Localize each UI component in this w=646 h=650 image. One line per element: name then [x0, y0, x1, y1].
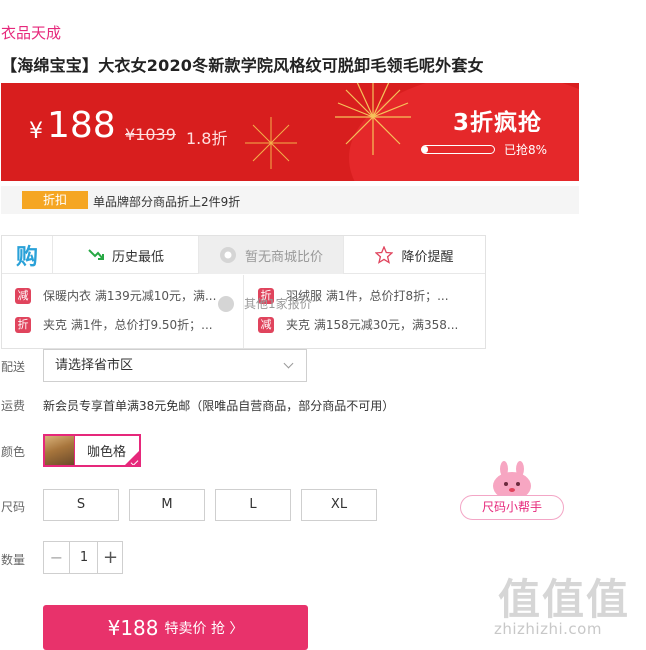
tab-compare[interactable]: 暂无商城比价	[199, 236, 343, 274]
promotion-text: 单品牌部分商品折上2件9折	[93, 195, 241, 209]
quantity-stepper: − 1 +	[43, 541, 123, 574]
quantity-value[interactable]: 1	[71, 542, 97, 573]
firework-decoration	[335, 83, 411, 155]
shipping-fee-text: 新会员专享首单满38元免邮（限唯品自营商品，部分商品不可用）	[43, 399, 395, 413]
original-price: ¥1039	[125, 125, 176, 144]
offer-badge: 减	[15, 287, 31, 304]
size-option-l[interactable]: L	[215, 489, 291, 521]
offer-badge: 折	[15, 316, 31, 333]
quantity-label: 数量	[1, 553, 26, 567]
offer-item[interactable]: 减 保暖内衣 满139元减10元，满...	[15, 287, 216, 304]
trend-down-icon	[88, 249, 104, 260]
sold-progress-bar	[421, 145, 495, 154]
offer-text: 夹克 满158元减30元，满358...	[286, 318, 459, 332]
quantity-increase-button[interactable]: +	[97, 542, 123, 573]
star-icon	[375, 246, 394, 264]
tab-compare-label: 暂无商城比价	[244, 249, 323, 265]
color-label: 颜色	[1, 445, 26, 459]
gou-icon: 购	[15, 245, 38, 270]
region-select-value: 请选择省市区	[55, 358, 134, 373]
offer-badge: 减	[258, 316, 274, 333]
flash-sale-title: 3折疯抢	[453, 110, 543, 136]
buy-button-label: 特卖价 抢 〉	[164, 620, 244, 637]
size-option-m[interactable]: M	[129, 489, 205, 521]
sold-progress-fill	[422, 146, 428, 153]
color-thumbnail	[45, 436, 75, 465]
other-quotes-text: 其他1家报价	[244, 297, 312, 311]
site-watermark: 值值值 zhizhizhi.com	[492, 566, 642, 646]
flash-sale-banner: ¥ 188 ¥1039 1.8折 3折疯抢 已抢8%	[1, 83, 579, 181]
panel-tabs: 购 历史最低 暂无商城比价 降价提醒	[2, 236, 485, 274]
brand-name[interactable]: 衣品天成	[1, 22, 61, 43]
region-select[interactable]: 请选择省市区	[43, 349, 307, 382]
offer-text: 夹克 满1件，总价打9.50折；...	[43, 318, 213, 332]
tab-history-lowest[interactable]: 历史最低	[54, 236, 199, 274]
color-option-selected[interactable]: 咖色格	[43, 434, 141, 467]
tab-price-alert[interactable]: 降价提醒	[343, 236, 485, 274]
price-currency: ¥	[29, 119, 43, 144]
promotion-bar: 折扣 单品牌部分商品折上2件9折	[1, 186, 579, 214]
quote-icon	[218, 295, 234, 312]
product-title: 【海绵宝宝】大衣女2020冬新款学院风格纹可脱卸毛领毛呢外套女	[1, 56, 484, 75]
offer-item[interactable]: 减 夹克 满158元减30元，满358...	[258, 316, 458, 333]
other-quotes-tooltip: 其他1家报价	[218, 295, 312, 312]
price-compare-panel: 购 历史最低 暂无商城比价 降价提醒 减 保暖内衣 满139元减10元，满...	[1, 235, 486, 349]
fee-label: 运费	[1, 399, 26, 413]
quantity-decrease-button[interactable]: −	[44, 542, 70, 573]
offer-text: 保暖内衣 满139元减10元，满...	[43, 289, 217, 303]
firework-decoration	[245, 117, 297, 169]
size-helper-label: 尺码小帮手	[460, 495, 564, 520]
sale-price: 188	[47, 105, 116, 146]
shipping-label: 配送	[1, 360, 26, 374]
gou-logo: 购	[2, 236, 53, 274]
watermark-logo: 值值值	[498, 575, 631, 624]
sold-percent-text: 已抢8%	[504, 143, 548, 157]
discount-rate: 1.8折	[186, 129, 228, 148]
offer-item[interactable]: 折 夹克 满1件，总价打9.50折；...	[15, 316, 213, 333]
tab-alert-label: 降价提醒	[401, 249, 454, 265]
size-label: 尺码	[1, 500, 26, 514]
size-helper[interactable]: 尺码小帮手	[460, 460, 564, 522]
chevron-down-icon	[283, 358, 294, 369]
color-option-label: 咖色格	[87, 445, 127, 460]
tab-history-label: 历史最低	[111, 249, 164, 265]
discount-tag: 折扣	[22, 191, 88, 209]
offer-list: 减 保暖内衣 满139元减10元，满... 折 夹克 满1件，总价打9.50折；…	[2, 275, 485, 348]
buy-button[interactable]: ¥188 特卖价 抢 〉	[43, 605, 308, 650]
mascot-icon	[493, 461, 531, 500]
size-option-s[interactable]: S	[43, 489, 119, 521]
size-option-xl[interactable]: XL	[301, 489, 377, 521]
watermark-url: zhizhizhi.com	[494, 620, 602, 638]
compare-icon	[219, 247, 236, 263]
buy-button-price: ¥188	[107, 615, 159, 640]
